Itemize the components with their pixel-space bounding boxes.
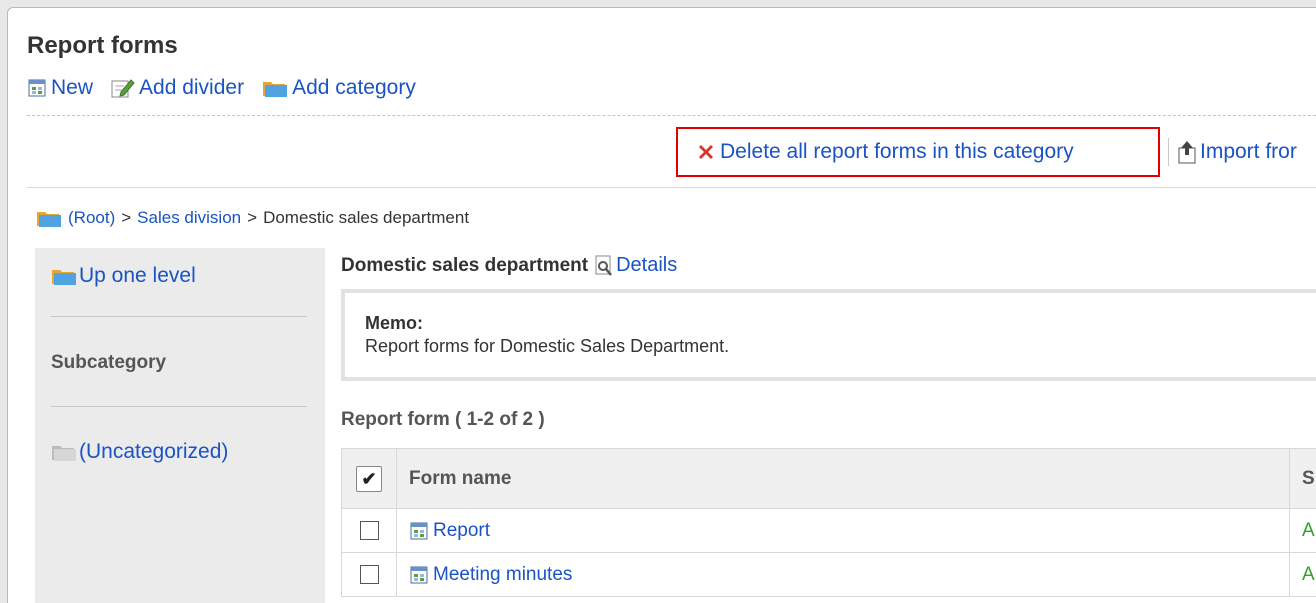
- category-heading: Domestic sales department Details: [341, 254, 677, 277]
- row-checkbox[interactable]: [359, 564, 379, 584]
- category-name: Domestic sales department: [341, 254, 589, 276]
- breadcrumb-root[interactable]: (Root): [68, 208, 115, 228]
- form-link[interactable]: Report: [409, 520, 1289, 542]
- form-name: Meeting minutes: [433, 563, 573, 585]
- add-category-button[interactable]: Add category: [262, 76, 416, 100]
- form-name-cell: Meeting minutes: [396, 552, 1290, 597]
- form-icon: [409, 521, 429, 541]
- status-cell: A: [1289, 552, 1316, 597]
- subcategory-heading: Subcategory: [51, 352, 167, 373]
- breadcrumb-separator: >: [121, 208, 132, 227]
- up-one-level-link[interactable]: Up one level: [51, 264, 196, 288]
- row-checkbox-cell: [341, 552, 397, 597]
- sidebar-divider: [51, 406, 307, 407]
- toolbar-divider: [27, 115, 1316, 116]
- form-name-cell: Report: [396, 508, 1290, 553]
- folder-up-icon: [36, 208, 62, 228]
- delete-all-label: Delete all report forms in this category: [720, 140, 1074, 163]
- add-category-label: Add category: [292, 76, 416, 99]
- category-actions: Delete all report forms in this category…: [676, 127, 1297, 177]
- memo-text: Report forms for Domestic Sales Departme…: [365, 336, 730, 356]
- folder-up-icon: [51, 266, 77, 286]
- table-header-row: ✔ Form name S: [341, 448, 1316, 509]
- row-checkbox-cell: [341, 508, 397, 553]
- table-row: Report A: [341, 508, 1316, 553]
- highlight-box: Delete all report forms in this category: [676, 127, 1160, 177]
- column-header-form-name[interactable]: Form name: [396, 448, 1290, 509]
- form-icon: [409, 565, 429, 585]
- up-one-level-label: Up one level: [79, 264, 196, 287]
- select-all-cell: ✔: [341, 448, 397, 509]
- toolbar: New Add divider Add category: [27, 76, 434, 100]
- form-link[interactable]: Meeting minutes: [409, 564, 1289, 586]
- breadcrumb-sales-division[interactable]: Sales division: [137, 208, 241, 228]
- table-row: Meeting minutes A: [341, 552, 1316, 597]
- uncategorized-label: (Uncategorized): [79, 440, 229, 463]
- edit-icon: [111, 77, 135, 99]
- status-cell: A: [1289, 508, 1316, 553]
- app-window: Report forms New Add divider Add categor…: [7, 7, 1316, 603]
- details-label: Details: [616, 254, 678, 276]
- delete-icon: [696, 142, 716, 162]
- list-title: Report form ( 1-2 of 2 ): [341, 409, 545, 430]
- memo-label: Memo:: [365, 313, 423, 333]
- breadcrumb-separator: >: [247, 208, 258, 227]
- import-label: Import fror: [1200, 140, 1297, 163]
- add-divider-button[interactable]: Add divider: [111, 76, 244, 100]
- import-button[interactable]: Import fror: [1168, 138, 1297, 166]
- page-title: Report forms: [27, 32, 178, 59]
- add-divider-label: Add divider: [139, 76, 245, 99]
- breadcrumb: (Root) > Sales division > Domestic sales…: [36, 208, 469, 228]
- select-all-checkbox[interactable]: ✔: [356, 465, 382, 492]
- category-sidebar: Up one level Subcategory (Uncategorized): [35, 248, 325, 603]
- new-button[interactable]: New: [27, 76, 93, 100]
- header-separator: [27, 187, 1316, 188]
- details-link[interactable]: Details: [594, 254, 677, 277]
- column-header-status[interactable]: S: [1289, 448, 1316, 509]
- form-icon: [27, 78, 47, 98]
- uncategorized-link[interactable]: (Uncategorized): [51, 440, 228, 464]
- delete-all-button[interactable]: Delete all report forms in this category: [696, 140, 1074, 164]
- sidebar-divider: [51, 316, 307, 317]
- details-icon: [594, 255, 614, 277]
- import-icon: [1177, 140, 1197, 164]
- folder-icon: [262, 78, 288, 98]
- breadcrumb-current: Domestic sales department: [263, 208, 470, 227]
- form-name: Report: [433, 519, 491, 541]
- new-label: New: [51, 76, 94, 99]
- report-form-table: ✔ Form name S Report A Meeting minutes A: [341, 448, 1316, 597]
- row-checkbox[interactable]: [359, 520, 379, 540]
- memo-box: Memo: Report forms for Domestic Sales De…: [341, 289, 1316, 381]
- folder-gray-icon: [51, 442, 77, 462]
